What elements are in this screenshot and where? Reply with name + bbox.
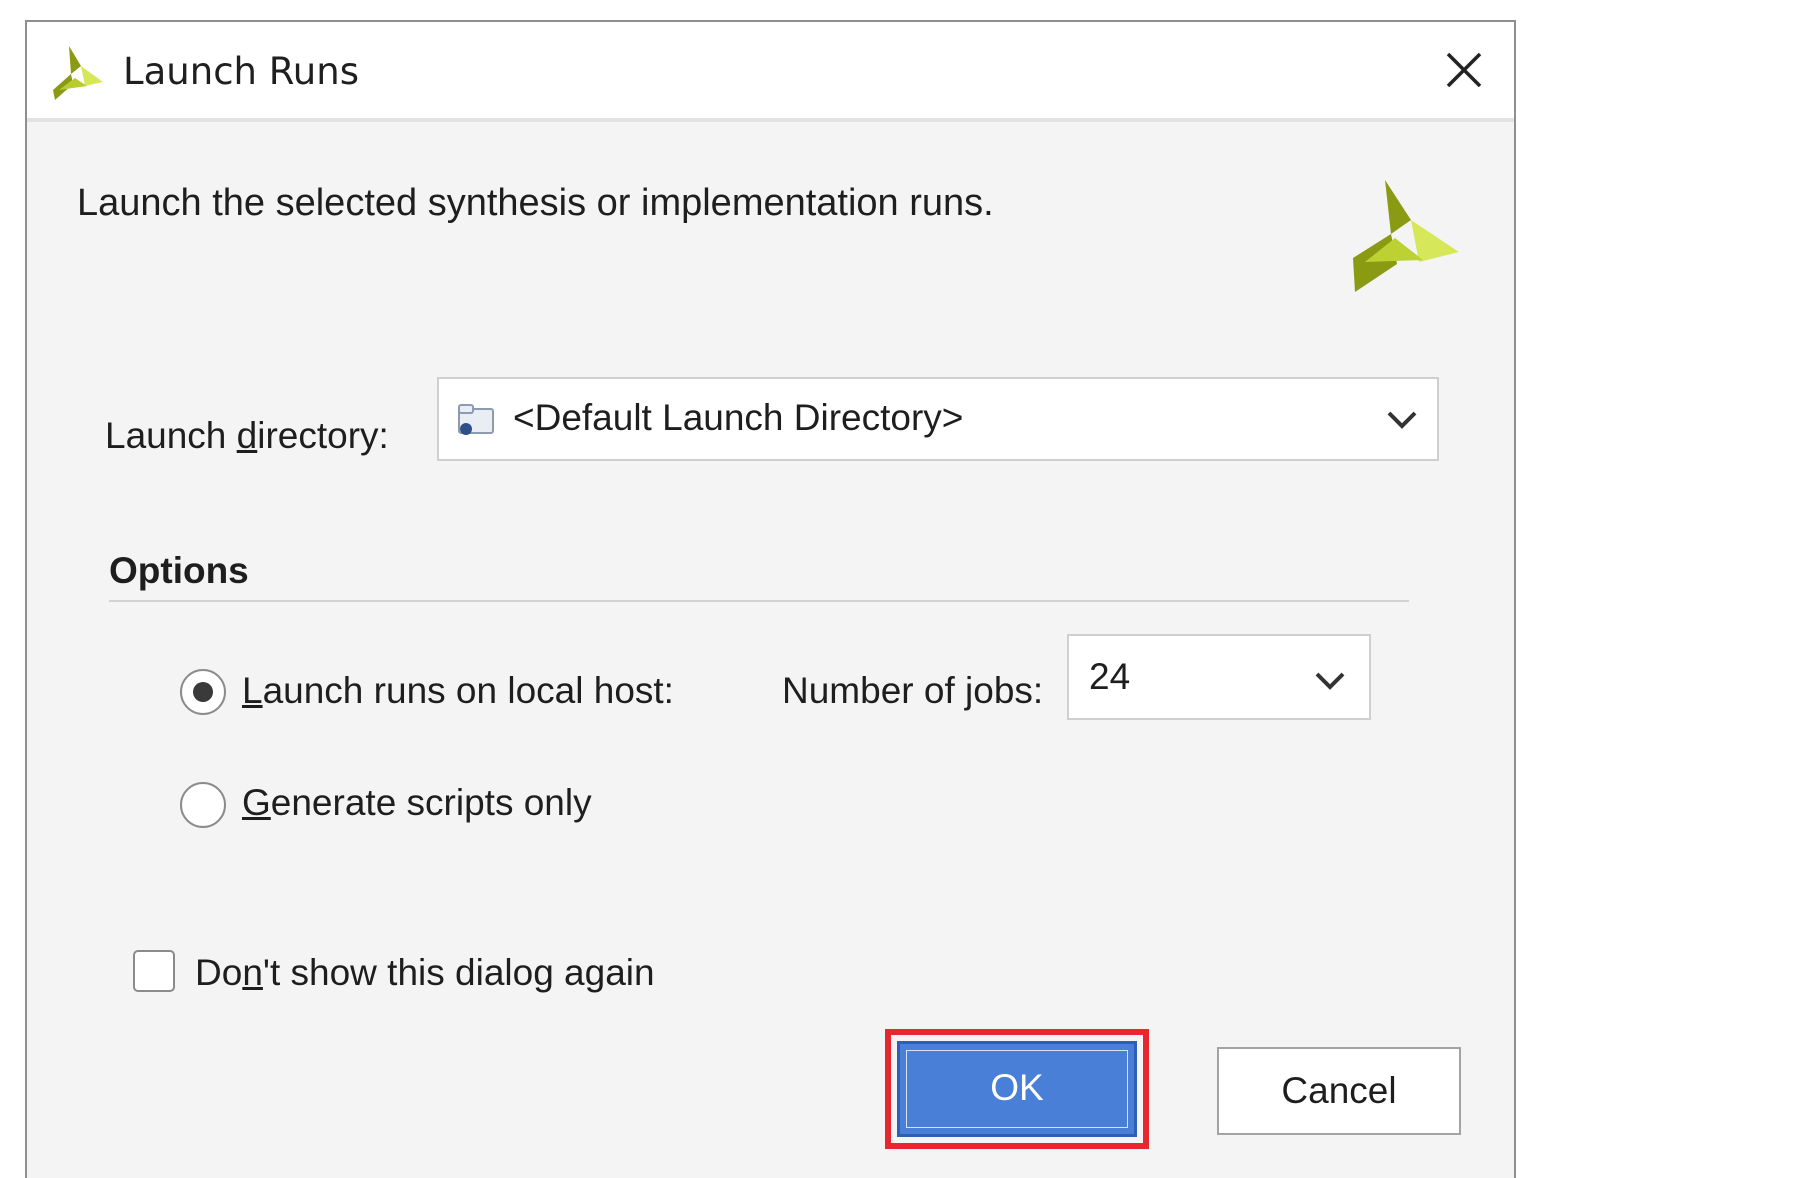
- dont-show-again-label[interactable]: Don't show this dialog again: [195, 952, 655, 994]
- window-title: Launch Runs: [123, 50, 359, 93]
- scripts-only-radio[interactable]: [180, 782, 226, 828]
- dont-show-again-checkbox[interactable]: [133, 950, 175, 992]
- launch-directory-label: Launch directory:: [105, 415, 389, 456]
- xilinx-brand-logo: [1353, 180, 1459, 292]
- launch-directory-value: <Default Launch Directory>: [513, 397, 964, 438]
- xilinx-logo-icon: [53, 46, 103, 100]
- number-of-jobs-select[interactable]: 24: [1067, 634, 1371, 720]
- chevron-down-icon[interactable]: [1385, 409, 1419, 431]
- title-bar: Launch Runs: [27, 22, 1514, 122]
- launch-directory-select[interactable]: <Default Launch Directory>: [437, 377, 1439, 461]
- local-host-label[interactable]: Launch runs on local host:: [242, 670, 674, 712]
- launch-runs-dialog: Launch Runs Launch the selected synthesi…: [25, 20, 1516, 1178]
- number-of-jobs-label: Number of jobs:: [782, 670, 1044, 711]
- options-divider: [109, 600, 1409, 602]
- local-host-radio[interactable]: [180, 669, 226, 715]
- cancel-button[interactable]: Cancel: [1217, 1047, 1461, 1135]
- chevron-down-icon[interactable]: [1313, 670, 1347, 692]
- folder-icon: [458, 404, 494, 435]
- cancel-button-label: Cancel: [1281, 1070, 1397, 1111]
- ok-button[interactable]: OK: [897, 1041, 1137, 1137]
- radio-selected-dot: [193, 682, 213, 702]
- dialog-description: Launch the selected synthesis or impleme…: [77, 182, 994, 224]
- ok-button-label: OK: [990, 1067, 1044, 1108]
- number-of-jobs-value: 24: [1089, 656, 1131, 697]
- options-heading: Options: [109, 550, 249, 591]
- close-icon[interactable]: [1440, 46, 1488, 94]
- scripts-only-label[interactable]: Generate scripts only: [242, 782, 592, 824]
